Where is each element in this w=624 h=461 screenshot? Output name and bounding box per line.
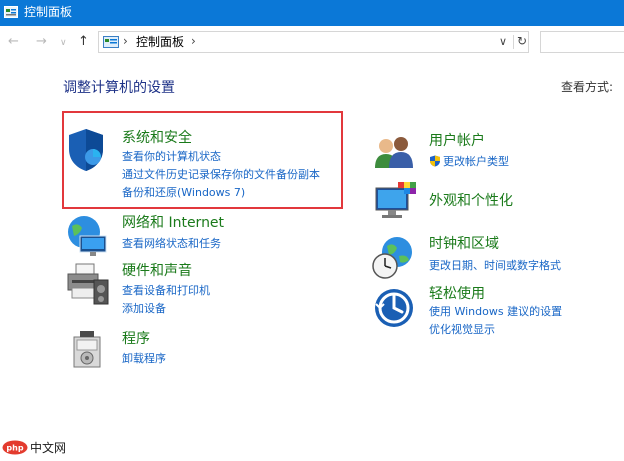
- svg-text:php: php: [6, 444, 23, 453]
- network-globe-icon: [68, 216, 107, 256]
- link-file-history-backup[interactable]: 通过文件历史记录保存你的文件备份副本: [122, 168, 320, 181]
- address-divider: [513, 35, 514, 49]
- link-change-account-type[interactable]: 更改帐户类型: [429, 155, 509, 168]
- category-title-system-security[interactable]: 系统和安全: [122, 130, 192, 146]
- monitor-palette-icon: [375, 182, 416, 218]
- refresh-button[interactable]: ↻: [517, 34, 527, 48]
- category-title-appearance[interactable]: 外观和个性化: [429, 193, 513, 209]
- window-title: 控制面板: [24, 5, 73, 19]
- ease-of-access-icon: [375, 289, 413, 327]
- link-uninstall-program[interactable]: 卸载程序: [122, 352, 166, 365]
- page-title: 调整计算机的设置: [63, 80, 175, 96]
- category-title-hardware-sound[interactable]: 硬件和声音: [122, 263, 192, 279]
- address-bar[interactable]: › 控制面板 › ∨ ↻: [98, 31, 529, 53]
- category-title-network-internet[interactable]: 网络和 Internet: [122, 215, 224, 231]
- category-title-programs[interactable]: 程序: [122, 331, 150, 347]
- view-by-label[interactable]: 查看方式:: [561, 80, 613, 94]
- title-bar: 控制面板: [0, 0, 624, 26]
- link-check-computer-status[interactable]: 查看你的计算机状态: [122, 150, 221, 163]
- php-logo-icon: php: [2, 440, 28, 455]
- link-change-account-type-label[interactable]: 更改帐户类型: [443, 155, 509, 168]
- link-optimize-visual-display[interactable]: 优化视觉显示: [429, 323, 495, 336]
- link-add-device[interactable]: 添加设备: [122, 302, 166, 315]
- shield-icon: [69, 129, 103, 171]
- link-backup-restore[interactable]: 备份和还原(Windows 7): [122, 186, 245, 199]
- breadcrumb-control-panel[interactable]: 控制面板: [136, 36, 184, 49]
- link-use-recommended-settings[interactable]: 使用 Windows 建议的设置: [429, 305, 562, 318]
- uac-shield-icon: [430, 155, 440, 167]
- printer-speaker-icon: [67, 263, 109, 305]
- address-dropdown-button[interactable]: ∨: [499, 35, 507, 48]
- up-button[interactable]: ↑: [78, 35, 89, 49]
- control-panel-icon: [4, 6, 18, 18]
- link-change-date-time-format[interactable]: 更改日期、时间或数字格式: [429, 259, 561, 272]
- link-network-status[interactable]: 查看网络状态和任务: [122, 237, 221, 250]
- watermark-text: 中文网: [30, 441, 67, 455]
- programs-icon: [73, 331, 101, 368]
- search-input[interactable]: [540, 31, 624, 53]
- forward-button[interactable]: →: [36, 35, 47, 49]
- breadcrumb-separator[interactable]: ›: [191, 34, 196, 48]
- category-title-user-accounts[interactable]: 用户帐户: [429, 133, 485, 149]
- control-panel-icon: [103, 36, 119, 48]
- back-button[interactable]: ←: [8, 35, 19, 49]
- category-title-ease-of-access[interactable]: 轻松使用: [429, 286, 485, 302]
- link-devices-printers[interactable]: 查看设备和打印机: [122, 284, 210, 297]
- users-icon: [375, 137, 413, 168]
- clock-globe-icon: [372, 237, 412, 279]
- breadcrumb-separator[interactable]: ›: [123, 34, 128, 48]
- recent-locations-button[interactable]: ∨: [60, 36, 67, 50]
- category-title-clock-region[interactable]: 时钟和区域: [429, 236, 499, 252]
